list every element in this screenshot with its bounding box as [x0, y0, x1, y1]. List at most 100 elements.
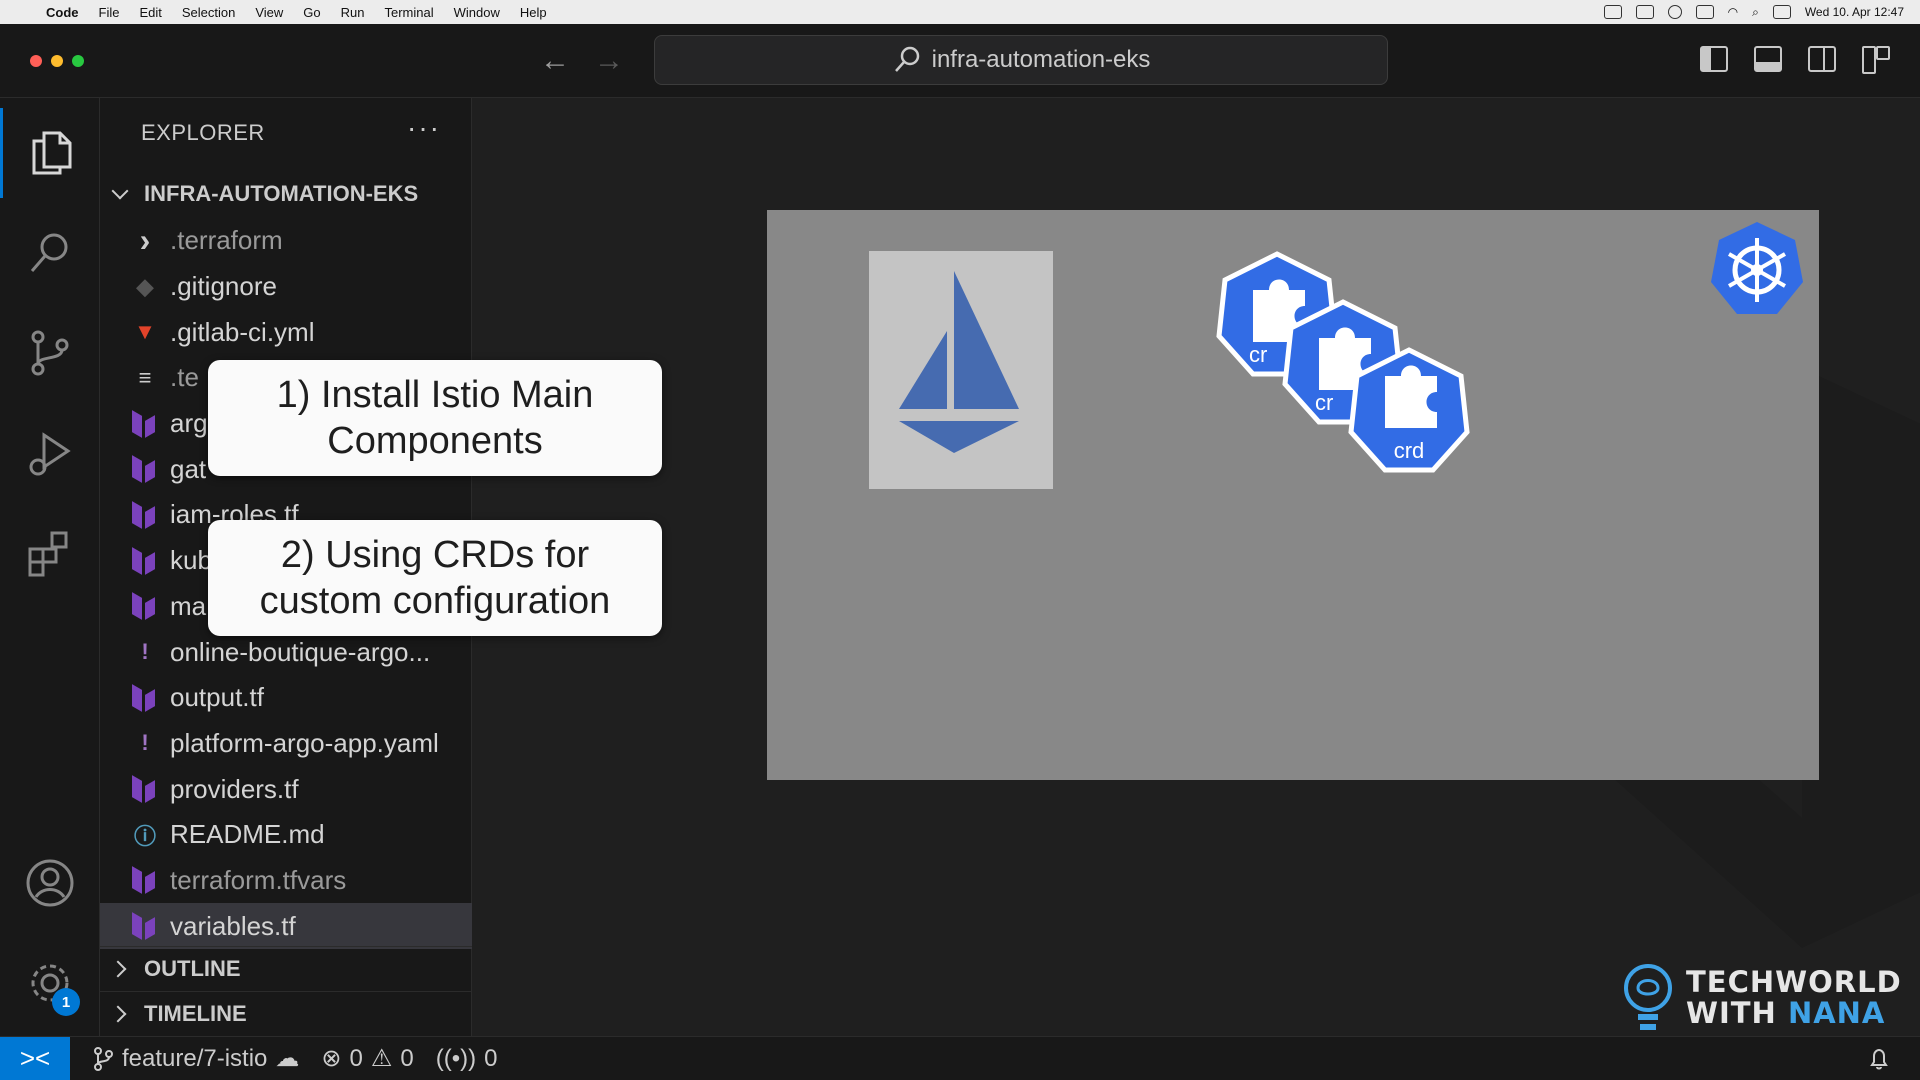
gitlab-icon: ▼ — [134, 319, 156, 345]
file-name: gat — [170, 453, 207, 484]
customize-layout-icon[interactable] — [1862, 46, 1890, 74]
minimize-window-button[interactable] — [51, 55, 63, 67]
terraform-icon — [132, 411, 158, 437]
extensions-activity[interactable] — [0, 508, 100, 598]
activity-bar: 1 — [0, 98, 100, 1036]
remote-icon: >< — [19, 1043, 51, 1073]
input-source-icon[interactable] — [1635, 5, 1654, 19]
file-row[interactable]: output.tf — [100, 675, 472, 721]
ports-status[interactable]: ((•)) 0 — [436, 1045, 498, 1073]
branch-status[interactable]: feature/7-istio ☁ — [92, 1044, 299, 1073]
lines-icon: ≡ — [138, 364, 152, 390]
file-row[interactable]: providers.tf — [100, 766, 472, 812]
file-name: terraform.tfvars — [170, 864, 347, 895]
spotlight-icon[interactable]: ⌕ — [1752, 5, 1759, 20]
source-control-activity[interactable] — [0, 308, 100, 398]
problems-status[interactable]: ⊗ 0 ⚠ 0 — [321, 1044, 413, 1073]
source-control-icon — [31, 330, 69, 376]
remote-indicator-button[interactable]: >< — [0, 1036, 70, 1080]
terraform-icon — [132, 593, 158, 619]
crd-label-3: crd — [1394, 438, 1425, 463]
navigation-arrows: ← → — [540, 44, 624, 78]
file-row[interactable]: variables.tf — [100, 903, 472, 949]
menu-selection[interactable]: Selection — [172, 5, 245, 20]
brand-nana: NANA — [1787, 996, 1886, 1030]
search-icon — [894, 46, 919, 72]
crd-label-2: cr — [1315, 390, 1333, 415]
status-bar: >< feature/7-istio ☁ ⊗ 0 ⚠ 0 ((•)) 0 — [0, 1036, 1920, 1080]
file-row[interactable]: ! platform-argo-app.yaml — [100, 721, 472, 767]
warning-icon: ⚠ — [370, 1045, 393, 1072]
notification-bell-icon[interactable] — [1868, 1047, 1890, 1071]
play-icon[interactable] — [1667, 5, 1682, 19]
accounts-activity[interactable] — [0, 838, 100, 928]
run-debug-icon — [29, 432, 71, 476]
file-name: ma — [170, 590, 207, 621]
forward-arrow-icon[interactable]: → — [594, 44, 624, 78]
clock[interactable]: Wed 10. Apr 12:47 — [1805, 5, 1904, 19]
menu-file[interactable]: File — [89, 5, 130, 20]
layout-controls — [1700, 46, 1890, 74]
menu-bar-status-area: ◠ ⌕ Wed 10. Apr 12:47 — [1603, 5, 1920, 20]
screen-record-icon[interactable] — [1603, 5, 1622, 19]
yaml-icon: ! — [141, 730, 149, 756]
toggle-panel-icon[interactable] — [1754, 46, 1782, 72]
broadcast-icon: ((•)) — [435, 1044, 477, 1072]
file-row[interactable]: › .terraform — [100, 218, 472, 264]
callout-using-crds: 2) Using CRDs for custom configuration — [208, 520, 662, 636]
menu-help[interactable]: Help — [510, 5, 557, 20]
run-debug-activity[interactable] — [0, 408, 100, 498]
chevron-right-icon: › — [139, 222, 151, 259]
crd-label-1: cr — [1249, 342, 1267, 367]
file-row[interactable]: terraform.tfvars — [100, 858, 472, 904]
cloud-upload-icon[interactable]: ☁ — [275, 1044, 299, 1073]
account-icon — [26, 859, 74, 907]
battery-icon[interactable] — [1695, 5, 1714, 19]
file-name: providers.tf — [170, 773, 299, 804]
file-name: .gitignore — [170, 271, 277, 302]
close-window-button[interactable] — [30, 55, 42, 67]
control-center-icon[interactable] — [1772, 5, 1791, 19]
toggle-secondary-sidebar-icon[interactable] — [1808, 46, 1836, 72]
menu-edit[interactable]: Edit — [129, 5, 171, 20]
file-name: .terraform — [170, 225, 283, 256]
file-row[interactable]: ⓘ README.md — [100, 812, 472, 858]
file-name: kub — [170, 545, 212, 576]
command-center-search[interactable]: infra-automation-eks — [654, 35, 1388, 85]
file-name: .gitlab-ci.yml — [170, 316, 315, 347]
file-row[interactable]: ! online-boutique-argo... — [100, 629, 472, 675]
menu-view[interactable]: View — [245, 5, 293, 20]
traffic-lights — [30, 55, 84, 67]
terraform-icon — [132, 548, 158, 574]
chevron-down-icon — [111, 182, 129, 200]
explorer-title: EXPLORER — [141, 120, 265, 145]
warning-count: 0 — [400, 1044, 414, 1072]
settings-activity[interactable]: 1 — [0, 938, 100, 1028]
menu-window[interactable]: Window — [444, 5, 510, 20]
outline-section[interactable]: OUTLINE — [100, 946, 472, 990]
menu-terminal[interactable]: Terminal — [375, 5, 444, 20]
techworld-with-nana-logo: TECHWORLD WITH NANA — [1620, 958, 1902, 1038]
file-name: output.tf — [170, 682, 264, 713]
zoom-window-button[interactable] — [72, 55, 84, 67]
file-name: platform-argo-app.yaml — [170, 727, 439, 758]
toggle-primary-sidebar-icon[interactable] — [1700, 46, 1728, 72]
more-actions-icon[interactable]: ··· — [407, 112, 441, 144]
file-row[interactable]: ◆ .gitignore — [100, 264, 472, 310]
chevron-right-icon — [109, 960, 127, 977]
workspace-folder-header[interactable]: INFRA-AUTOMATION-EKS — [100, 174, 472, 214]
error-icon: ⊗ — [321, 1045, 342, 1072]
file-row[interactable]: ▼ .gitlab-ci.yml — [100, 309, 472, 355]
explorer-activity[interactable] — [0, 108, 100, 198]
git-icon: ◆ — [136, 273, 154, 299]
menu-run[interactable]: Run — [331, 5, 375, 20]
files-icon — [32, 131, 71, 175]
back-arrow-icon[interactable]: ← — [540, 44, 570, 78]
brand-with: WITH — [1686, 996, 1788, 1030]
file-name: variables.tf — [170, 910, 296, 941]
search-activity[interactable] — [0, 208, 100, 298]
timeline-section[interactable]: TIMELINE — [100, 991, 472, 1035]
menu-go[interactable]: Go — [293, 5, 330, 20]
wifi-icon[interactable]: ◠ — [1728, 5, 1738, 19]
menu-code[interactable]: Code — [36, 5, 89, 20]
